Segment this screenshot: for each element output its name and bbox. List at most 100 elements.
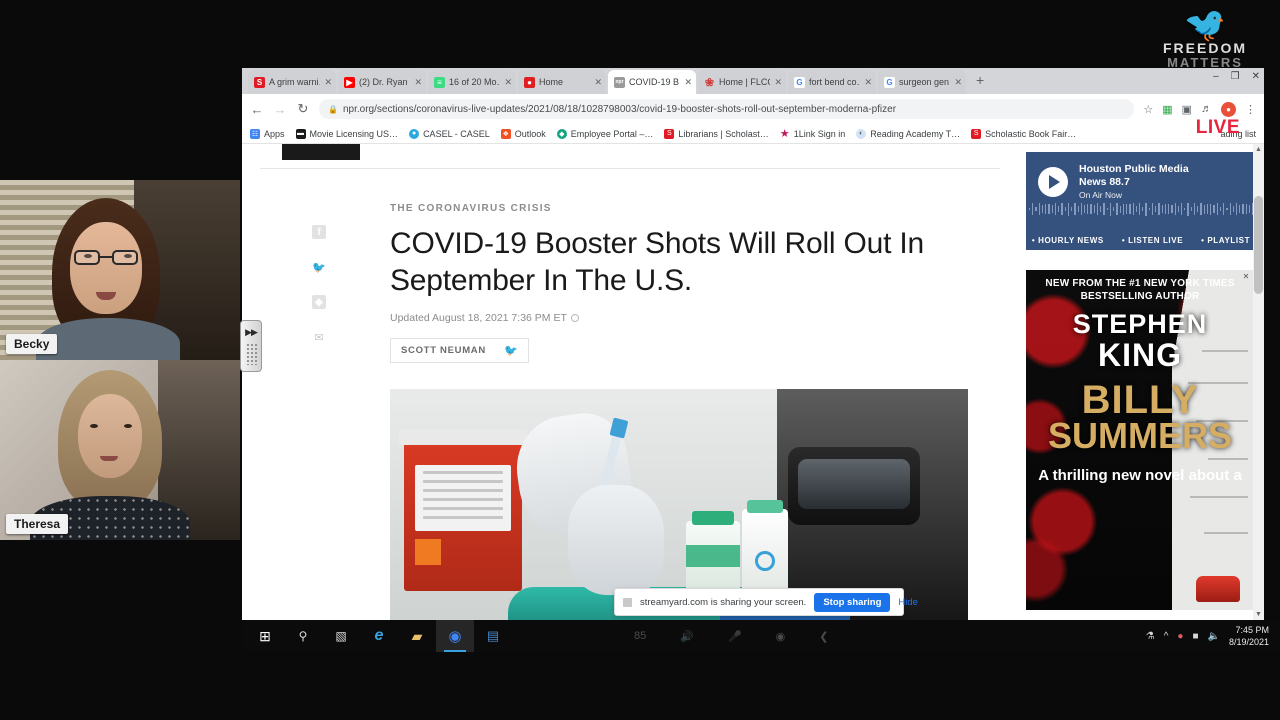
scroll-down-icon[interactable]: ▼ xyxy=(1253,609,1264,620)
facebook-icon[interactable]: f xyxy=(312,225,326,239)
reload-button[interactable]: ↻ xyxy=(296,101,310,117)
article-byline[interactable]: SCOTT NEUMAN 🐦 xyxy=(390,338,529,364)
scrollbar-thumb[interactable] xyxy=(1254,196,1263,294)
battery-icon[interactable]: ■ xyxy=(1192,631,1198,642)
bookmark-1link-sign-in[interactable]: ★ 1Link Sign in xyxy=(780,128,845,140)
bookmark-outlook[interactable]: ❖ Outlook xyxy=(500,128,546,139)
advertisement-banner[interactable]: NEW FROM THE #1 NEW YORK TIMES BESTSELLI… xyxy=(1026,270,1254,610)
microphone-icon[interactable]: 🎤 xyxy=(728,630,742,643)
browser-tab-0[interactable]: S A grim warni… ✕ xyxy=(248,70,336,94)
camera-off-icon[interactable]: ◉ xyxy=(776,630,786,643)
browser-tab-6[interactable]: G fort bend co… ✕ xyxy=(788,70,876,94)
show-hidden-icons-button[interactable]: ^ xyxy=(1164,631,1169,642)
forward-button[interactable]: → xyxy=(273,102,287,117)
search-button[interactable]: ⚲ xyxy=(284,620,322,652)
flipboard-icon[interactable]: ◆ xyxy=(312,295,326,309)
lock-icon: 🔒 xyxy=(328,104,338,114)
apps-grid-icon: ☷ xyxy=(250,128,260,139)
article-updated-timestamp: Updated August 18, 2021 7:36 PM ET xyxy=(390,312,980,324)
participant-eye-left xyxy=(90,424,98,428)
hide-button[interactable]: Hide xyxy=(898,597,918,608)
bookmark-movie-licensing[interactable]: ▬ Movie Licensing US… xyxy=(295,128,398,139)
chrome-button[interactable]: ◉ xyxy=(436,620,474,652)
article-kicker[interactable]: THE CORONAVIRUS CRISIS xyxy=(390,203,980,214)
office-button[interactable]: ▤ xyxy=(474,620,512,652)
film-icon: ▬ xyxy=(295,128,306,139)
google-icon: G xyxy=(794,76,805,88)
stop-sharing-button[interactable]: Stop sharing xyxy=(814,592,891,612)
taskbar-clock[interactable]: 7:45 PM 8/19/2021 xyxy=(1229,624,1269,648)
ad-title-line1: BILLY xyxy=(1081,378,1199,423)
participant-mouth xyxy=(100,456,118,461)
tab-close-icon[interactable]: ✕ xyxy=(504,77,512,88)
tab-close-icon[interactable]: ✕ xyxy=(954,77,962,88)
ad-author: STEPHEN KING xyxy=(1026,310,1254,371)
edge-button[interactable]: e xyxy=(360,620,398,652)
tab-close-icon[interactable]: ✕ xyxy=(594,77,602,88)
playlist-link[interactable]: PLAYLIST xyxy=(1201,236,1250,245)
extension-icon[interactable]: ▦ xyxy=(1162,103,1172,116)
menu-icon[interactable]: ⋮ xyxy=(1245,103,1256,116)
browser-tab-7[interactable]: G surgeon gen… ✕ xyxy=(878,70,966,94)
browser-tab-2[interactable]: ≡ 16 of 20 Mo… ✕ xyxy=(428,70,516,94)
back-button[interactable]: ← xyxy=(250,102,264,117)
minimize-button[interactable]: – xyxy=(1213,71,1219,82)
safety-goggles xyxy=(788,447,920,526)
google-icon: G xyxy=(884,76,895,88)
close-icon[interactable]: ✕ xyxy=(1240,272,1252,282)
play-icon[interactable] xyxy=(1038,166,1068,197)
twitter-bird-icon[interactable]: 🐦 xyxy=(504,344,518,357)
address-bar[interactable]: 🔒 npr.org/sections/coronavirus-live-upda… xyxy=(319,99,1135,119)
bookmark-label: Reading Academy T… xyxy=(870,128,961,139)
tab-close-icon[interactable]: ✕ xyxy=(324,77,332,88)
browser-tab-1[interactable]: ▶ (2) Dr. Ryan … ✕ xyxy=(338,70,426,94)
ad-line2: BESTSELLING AUTHOR xyxy=(1080,290,1200,302)
star-icon[interactable]: ☆ xyxy=(1143,103,1153,116)
tab-close-icon[interactable]: ✕ xyxy=(774,77,782,88)
article-body: f 🐦 ◆ ✉ THE CORONAVIRUS CRISIS COVID-19 … xyxy=(242,169,1018,620)
maximize-button[interactable]: ❐ xyxy=(1231,71,1240,82)
new-tab-button[interactable]: + xyxy=(968,72,992,90)
email-icon[interactable]: ✉ xyxy=(312,330,326,344)
bookmark-employee-portal[interactable]: ◆ Employee Portal –… xyxy=(556,128,653,139)
page-top-strip xyxy=(242,144,1018,168)
browser-tab-5[interactable]: ❀ Home | FLCC… ✕ xyxy=(698,70,786,94)
youtube-icon: ▶ xyxy=(344,76,355,88)
cast-icon[interactable]: ▣ xyxy=(1182,103,1192,116)
bookmark-librarians-scholastic[interactable]: S Librarians | Scholast… xyxy=(664,128,769,139)
page-scrollbar[interactable]: ▲ ▼ xyxy=(1253,144,1264,620)
bookmark-casel[interactable]: ● CASEL - CASEL xyxy=(409,128,490,139)
task-view-button[interactable]: ▧ xyxy=(322,620,360,652)
close-window-button[interactable]: ✕ xyxy=(1252,71,1260,82)
panel-collapse-handle[interactable]: ▶▶ xyxy=(240,320,262,372)
twitter-icon[interactable]: 🐦 xyxy=(312,260,326,274)
hourly-news-link[interactable]: HOURLY NEWS xyxy=(1032,236,1104,245)
browser-tab-3[interactable]: ● Home ✕ xyxy=(518,70,606,94)
tab-close-icon[interactable]: ✕ xyxy=(414,77,422,88)
scroll-up-icon[interactable]: ▲ xyxy=(1253,144,1264,155)
bookmark-scholastic-book-fair[interactable]: S Scholastic Book Fair… xyxy=(971,128,1076,139)
headline-block: THE CORONAVIRUS CRISIS COVID-19 Booster … xyxy=(390,203,980,364)
network-share-icon[interactable]: ⚗ xyxy=(1146,631,1155,642)
webcam-tile-becky[interactable]: Becky xyxy=(0,180,240,360)
tab-close-icon[interactable]: ✕ xyxy=(864,77,872,88)
listen-live-link[interactable]: LISTEN LIVE xyxy=(1122,236,1183,245)
clock-date: 8/19/2021 xyxy=(1228,637,1269,647)
start-button[interactable]: ⊞ xyxy=(246,620,284,652)
bookmark-apps[interactable]: ☷ Apps xyxy=(250,128,285,139)
tab-close-icon[interactable]: ✕ xyxy=(684,77,692,88)
media-icon[interactable]: ♬ xyxy=(1201,103,1212,115)
volume-icon[interactable]: 🔈 xyxy=(1208,631,1220,642)
back-icon[interactable]: ❮ xyxy=(819,630,828,643)
profile-avatar[interactable]: ● xyxy=(1221,101,1236,117)
file-explorer-button[interactable]: ▰ xyxy=(398,620,436,652)
webcam-tile-theresa[interactable]: Theresa xyxy=(0,360,240,540)
browser-tab-4-active[interactable]: npr COVID-19 B… ✕ xyxy=(608,70,696,94)
clock-time: 7:45 PM xyxy=(1235,624,1269,635)
radio-player-widget[interactable]: Houston Public Media News 88.7 On Air No… xyxy=(1026,152,1256,230)
container-label xyxy=(415,465,511,532)
bookmark-reading-academy[interactable]: ◐ Reading Academy T… xyxy=(856,128,961,139)
reading-list-button[interactable]: ading list xyxy=(1220,129,1256,139)
volume-icon[interactable]: 🔊 xyxy=(680,630,694,643)
security-icon[interactable]: ● xyxy=(1177,631,1183,642)
